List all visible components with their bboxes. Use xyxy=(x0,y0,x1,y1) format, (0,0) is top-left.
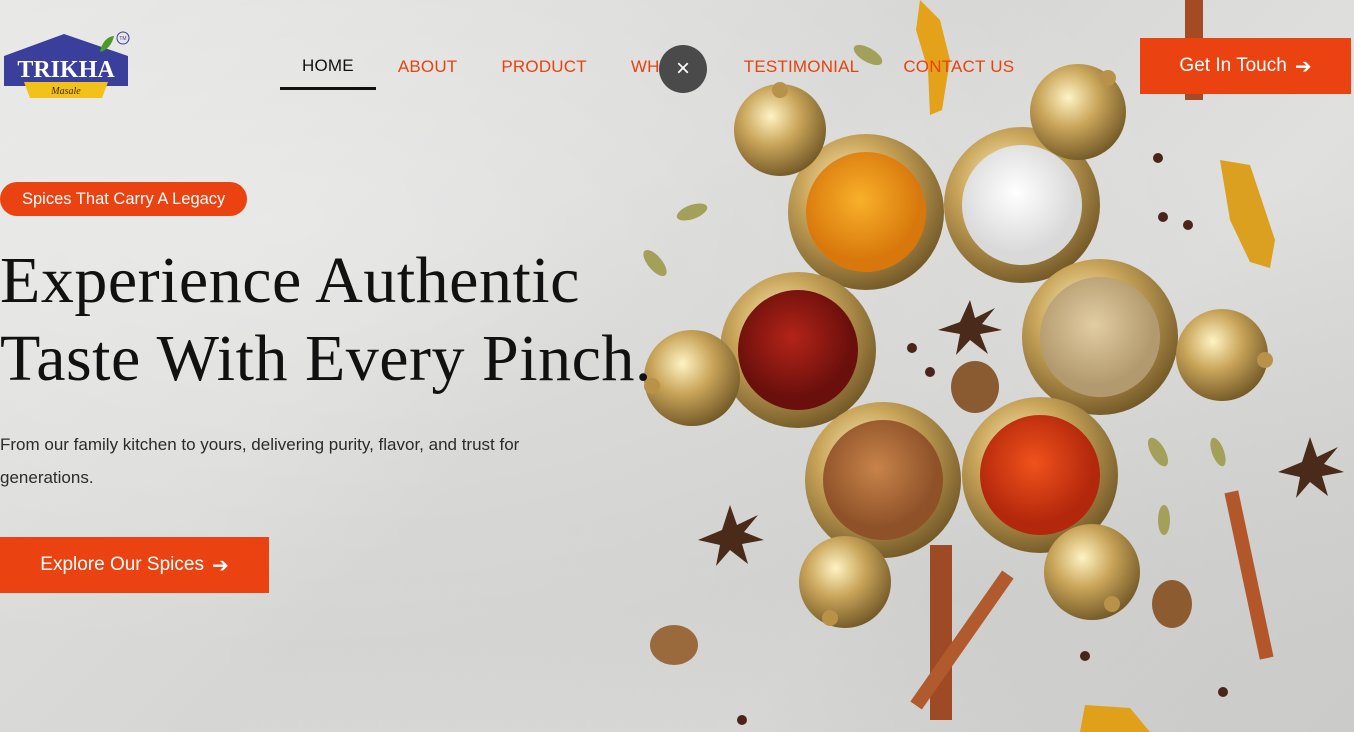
arrow-right-icon: ➔ xyxy=(211,554,229,577)
logo-text: TRIKHA xyxy=(17,57,115,83)
nav-item-home[interactable]: HOME xyxy=(280,52,376,90)
logo-subtext: Masale xyxy=(50,86,81,97)
hero-subtext: From our family kitchen to yours, delive… xyxy=(0,435,520,487)
nav-item-testimonial[interactable]: TESTIMONIAL xyxy=(744,53,860,89)
arrow-right-icon: ➔ xyxy=(1294,55,1312,78)
headline-line-1: Experience Authentic xyxy=(0,244,580,317)
nav-item-contact-us[interactable]: CONTACT US xyxy=(903,53,1014,89)
explore-spices-label: Explore Our Spices xyxy=(40,554,204,575)
close-button[interactable]: × xyxy=(659,45,707,93)
legacy-badge: Spices That Carry A Legacy xyxy=(0,182,248,216)
nav-item-product[interactable]: PRODUCT xyxy=(501,53,586,89)
get-in-touch-label: Get In Touch xyxy=(1179,55,1287,76)
trademark-mark: TM xyxy=(119,36,126,42)
headline-line-2: Taste With Every Pinch. xyxy=(0,322,652,395)
close-icon: × xyxy=(675,55,690,82)
get-in-touch-button[interactable]: Get In Touch ➔ xyxy=(1140,38,1351,94)
trikha-logo[interactable]: TRIKHA Masale TM xyxy=(2,30,132,104)
spice-bowls-image xyxy=(643,0,1344,732)
explore-spices-button[interactable]: Explore Our Spices ➔ xyxy=(0,537,269,593)
nav-item-about[interactable]: ABOUT xyxy=(398,53,458,89)
hero-headline: Experience Authentic Taste With Every Pi… xyxy=(0,242,680,398)
